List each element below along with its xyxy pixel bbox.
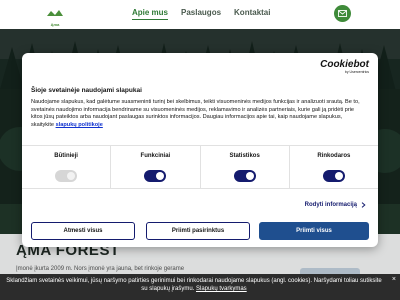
close-icon[interactable]: ×: [392, 276, 396, 283]
accept-selected-button[interactable]: Priimti pasirinktus: [146, 222, 250, 240]
cookie-notice-body: Sklandžiam svetainės veikimui, jūsų narš…: [6, 278, 382, 292]
nav-item-contacts[interactable]: Kontaktai: [234, 8, 270, 20]
cookie-settings-link[interactable]: Slapukų tvarkymas: [196, 286, 247, 292]
email-button[interactable]: [334, 5, 351, 22]
site-header: Ąma Apie mus Paslaugos Kontaktai: [0, 0, 400, 29]
chevron-right-icon: [361, 202, 366, 208]
decline-all-button[interactable]: Atmesti visus: [31, 222, 135, 240]
logo-text: Ąma: [50, 22, 60, 27]
switch-knob: [245, 172, 254, 180]
switch-necessary: [55, 170, 78, 182]
toggle-label-marketing: Rinkodaros: [317, 153, 351, 159]
toggle-marketing: Rinkodaros: [290, 146, 378, 188]
switch-marketing[interactable]: [322, 170, 345, 182]
nav-item-services[interactable]: Paslaugos: [181, 8, 221, 20]
toggle-label-necessary: Būtinieji: [54, 153, 78, 159]
site-logo[interactable]: Ąma: [46, 4, 64, 27]
nav-item-about[interactable]: Apie mus: [132, 8, 169, 20]
toggle-label-functional: Funkciniai: [140, 153, 171, 159]
toggle-statistics: Statistikos: [201, 146, 290, 188]
toggle-necessary: Būtinieji: [22, 146, 112, 188]
cookie-consent-dialog: Cookiebot by Usercentrics Šioje svetainė…: [22, 53, 378, 247]
show-details-link[interactable]: Rodyti informaciją: [305, 202, 366, 208]
cookie-category-toggles: Būtinieji Funkciniai Statistikos Rinkoda…: [22, 145, 378, 189]
toggle-label-statistics: Statistikos: [229, 153, 260, 159]
toggle-functional: Funkciniai: [111, 146, 201, 188]
switch-statistics[interactable]: [233, 170, 256, 182]
accept-all-button[interactable]: Priimti visus: [259, 222, 369, 240]
cookiebot-logo-text: Cookiebot: [320, 59, 369, 70]
cookie-notice-banner: Sklandžiam svetainės veikimui, jūsų narš…: [0, 274, 400, 300]
switch-knob: [334, 172, 343, 180]
switch-knob: [67, 172, 76, 180]
switch-functional[interactable]: [144, 170, 167, 182]
cookiebot-logo-subtext: by Usercentrics: [344, 70, 369, 74]
main-nav: Apie mus Paslaugos Kontaktai: [132, 8, 283, 20]
envelope-icon: [338, 10, 347, 17]
cookie-dialog-title: Šioje svetainėje naudojami slapukai: [31, 87, 142, 94]
switch-knob: [156, 172, 165, 180]
cookie-policy-link[interactable]: slapukų politikoje: [56, 122, 103, 128]
cookie-notice-text: Sklandžiam svetainės veikimui, jūsų narš…: [4, 277, 384, 293]
cookie-dialog-text: Naudojame slapukus, kad galėtume suasmen…: [31, 99, 366, 130]
logo-mark-icon: [47, 10, 63, 16]
show-details-label: Rodyti informaciją: [304, 202, 357, 208]
cookiebot-logo[interactable]: Cookiebot by Usercentrics: [320, 59, 369, 74]
